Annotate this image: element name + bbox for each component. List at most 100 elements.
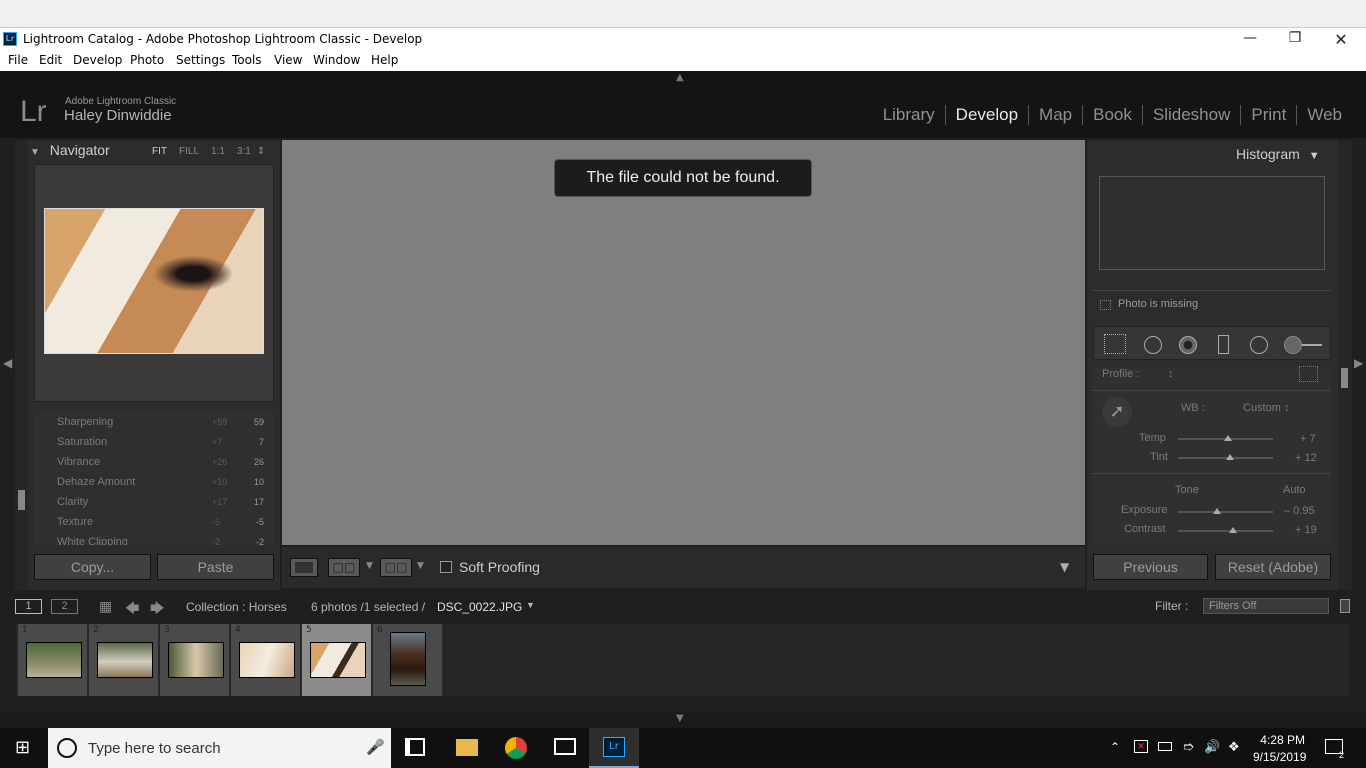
- volume-icon[interactable]: 🔊: [1204, 739, 1220, 755]
- filmstrip-thumb[interactable]: 2: [89, 624, 159, 696]
- task-view-icon[interactable]: [405, 738, 425, 756]
- top-panel-toggle-icon[interactable]: ▲: [676, 72, 684, 83]
- adjustment-brush-icon[interactable]: [1284, 336, 1302, 354]
- dropdown-icon[interactable]: ▼: [417, 561, 424, 571]
- back-arrow-icon[interactable]: 🡄: [125, 598, 139, 622]
- module-develop[interactable]: Develop: [944, 105, 1028, 125]
- forward-arrow-icon[interactable]: 🡆: [150, 598, 164, 622]
- module-slideshow[interactable]: Slideshow: [1141, 105, 1241, 125]
- file-explorer-icon[interactable]: [456, 739, 478, 756]
- list-item[interactable]: Dehaze Amount +10 10: [34, 472, 274, 492]
- minimize-icon[interactable]: —: [1227, 30, 1273, 46]
- filmstrip-thumb[interactable]: 4: [231, 624, 301, 696]
- loupe-view-icon[interactable]: [290, 558, 318, 577]
- spot-removal-icon[interactable]: [1144, 336, 1162, 354]
- filmstrip-thumb-selected[interactable]: 5: [302, 624, 372, 696]
- microphone-icon[interactable]: 🎤: [366, 738, 385, 756]
- radial-filter-icon[interactable]: [1250, 336, 1268, 354]
- soft-proofing-checkbox[interactable]: [440, 561, 452, 573]
- exposure-slider-thumb[interactable]: [1213, 508, 1221, 514]
- main-window-button[interactable]: 1: [15, 599, 42, 614]
- eyedropper-icon[interactable]: ➚: [1102, 397, 1132, 427]
- exposure-value[interactable]: – 0.95: [1284, 505, 1315, 517]
- histogram-header[interactable]: Histogram ▼: [1236, 146, 1320, 162]
- dropbox-icon[interactable]: ❖: [1228, 739, 1240, 755]
- list-item[interactable]: White Clipping -2 -2: [34, 532, 274, 545]
- photo-canvas[interactable]: [282, 140, 1085, 545]
- list-item[interactable]: Saturation +7 7: [34, 432, 274, 452]
- filmstrip-thumb[interactable]: 6: [373, 624, 443, 696]
- module-library[interactable]: Library: [873, 105, 945, 125]
- dropdown-icon[interactable]: ▼: [366, 561, 373, 571]
- list-item[interactable]: Texture -5 -5: [34, 512, 274, 532]
- copy-button[interactable]: Copy...: [34, 554, 151, 580]
- clock-date[interactable]: 9/15/2019: [1253, 750, 1306, 764]
- reset-button[interactable]: Reset (Adobe): [1215, 554, 1331, 580]
- module-print[interactable]: Print: [1240, 105, 1296, 125]
- wb-select[interactable]: Custom ↕: [1243, 402, 1289, 414]
- zoom-1-1[interactable]: 1:1: [211, 146, 225, 157]
- left-panel-toggle-icon[interactable]: ◀: [3, 356, 12, 370]
- chrome-icon[interactable]: [505, 737, 527, 759]
- profile-browser-icon[interactable]: [1299, 366, 1318, 382]
- module-book[interactable]: Book: [1082, 105, 1142, 125]
- menu-develop[interactable]: Develop: [73, 53, 122, 67]
- windows-start-icon[interactable]: ⊞: [15, 739, 33, 757]
- module-web[interactable]: Web: [1296, 105, 1352, 125]
- left-panel-scrollbar[interactable]: [18, 490, 25, 510]
- wifi-icon[interactable]: ➱: [1183, 739, 1194, 755]
- auto-tone-button[interactable]: Auto: [1283, 484, 1306, 496]
- filmstrip-thumb[interactable]: 3: [160, 624, 230, 696]
- right-panel-scrollbar[interactable]: [1341, 368, 1348, 388]
- restore-icon[interactable]: ❐: [1272, 30, 1318, 46]
- before-after-swap-icon[interactable]: □□: [380, 558, 412, 577]
- temp-slider-thumb[interactable]: [1224, 435, 1232, 441]
- red-eye-icon[interactable]: [1179, 336, 1197, 354]
- contrast-value[interactable]: + 19: [1295, 524, 1317, 536]
- list-item[interactable]: Clarity +17 17: [34, 492, 274, 512]
- filter-select[interactable]: Filters Off: [1203, 598, 1329, 614]
- crop-tool-icon[interactable]: [1104, 334, 1126, 354]
- menu-settings[interactable]: Settings: [176, 53, 225, 67]
- list-item[interactable]: Sharpening +59 59: [34, 412, 274, 432]
- close-icon[interactable]: ✕: [1318, 30, 1364, 49]
- navigator-image[interactable]: [44, 208, 264, 354]
- contrast-slider-thumb[interactable]: [1229, 527, 1237, 533]
- tray-alert-icon[interactable]: ✕: [1134, 740, 1148, 753]
- before-after-icon[interactable]: □□: [328, 558, 360, 577]
- exposure-slider[interactable]: [1178, 511, 1273, 513]
- paste-button[interactable]: Paste: [157, 554, 274, 580]
- collection-source[interactable]: Collection : Horses: [186, 600, 287, 614]
- lightroom-taskbar-button[interactable]: Lr: [589, 728, 639, 768]
- clock-time[interactable]: 4:28 PM: [1257, 733, 1305, 747]
- menu-view[interactable]: View: [274, 53, 302, 67]
- selected-filename[interactable]: DSC_0022.JPG: [437, 600, 522, 614]
- remote-desktop-icon[interactable]: [554, 738, 576, 755]
- module-map[interactable]: Map: [1028, 105, 1082, 125]
- filmstrip-thumb[interactable]: 1: [18, 624, 88, 696]
- bottom-panel-toggle-icon[interactable]: ▼: [676, 713, 684, 724]
- profile-select[interactable]: ↕: [1168, 368, 1174, 380]
- filename-dropdown-icon[interactable]: ▼: [526, 600, 535, 610]
- menu-window[interactable]: Window: [313, 53, 360, 67]
- battery-icon[interactable]: [1158, 742, 1172, 751]
- menu-photo[interactable]: Photo: [130, 53, 164, 67]
- zoom-stepper-icon[interactable]: ⇕: [257, 146, 265, 157]
- right-panel-toggle-icon[interactable]: ▶: [1354, 356, 1363, 370]
- filter-lock-icon[interactable]: [1340, 599, 1350, 613]
- zoom-3-1[interactable]: 3:1: [237, 146, 251, 157]
- zoom-fill[interactable]: FILL: [179, 146, 199, 157]
- menu-help[interactable]: Help: [371, 53, 398, 67]
- tray-overflow-icon[interactable]: ⌃: [1110, 740, 1120, 754]
- menu-edit[interactable]: Edit: [39, 53, 62, 67]
- taskbar-search[interactable]: Type here to search 🎤: [48, 728, 391, 768]
- secondary-window-button[interactable]: 2: [51, 599, 78, 614]
- grid-view-icon[interactable]: ▦: [99, 598, 112, 615]
- previous-button[interactable]: Previous: [1093, 554, 1208, 580]
- zoom-fit[interactable]: FIT: [152, 146, 167, 157]
- toolbar-menu-icon[interactable]: ▼: [1060, 560, 1069, 574]
- menu-tools[interactable]: Tools: [232, 53, 262, 67]
- contrast-slider[interactable]: [1178, 530, 1273, 532]
- tint-slider-thumb[interactable]: [1226, 454, 1234, 460]
- list-item[interactable]: Vibrance +26 26: [34, 452, 274, 472]
